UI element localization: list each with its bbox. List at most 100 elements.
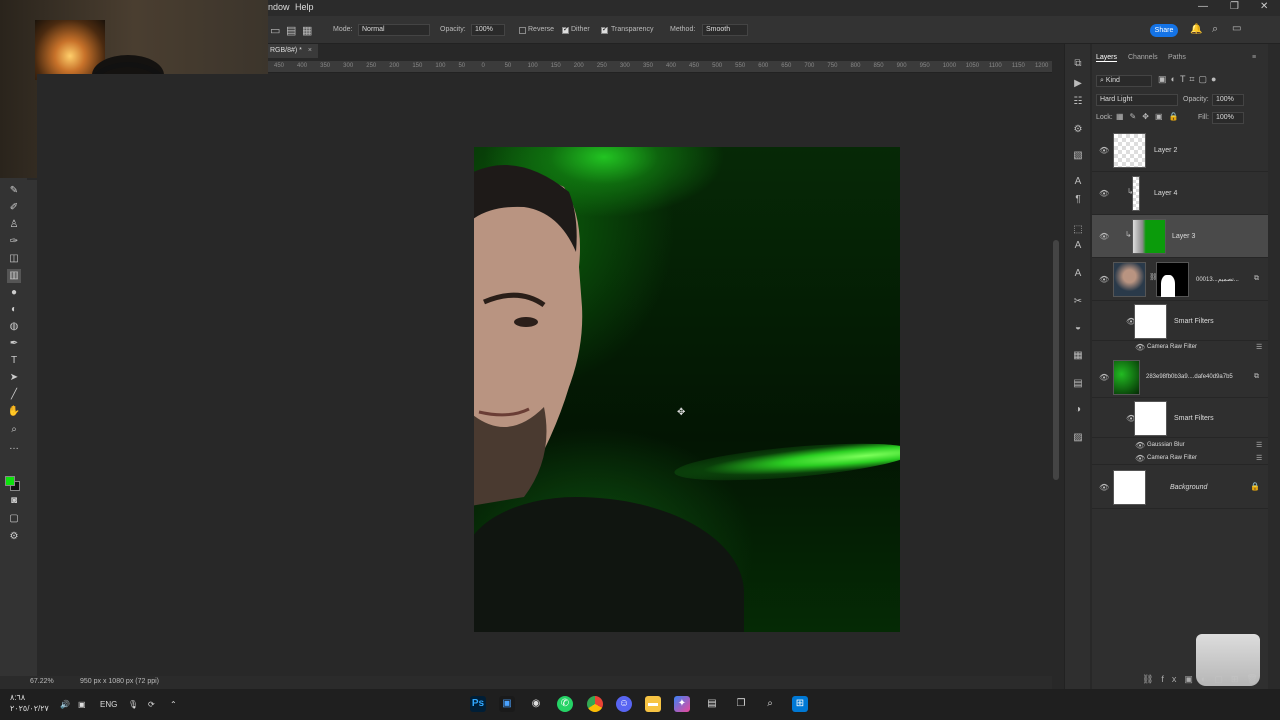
paragraph-icon[interactable]: ¶ [1071, 194, 1085, 208]
close-tab-icon[interactable]: × [308, 47, 312, 54]
share-button[interactable]: Share [1150, 24, 1178, 37]
copilot-taskbar-icon[interactable]: ✦ [674, 696, 690, 712]
history-icon[interactable]: ⧉ [1071, 58, 1085, 72]
more-tools-icon[interactable]: … [7, 440, 21, 454]
gradient-linear-icon[interactable]: ▭ [270, 24, 280, 37]
minimize-button[interactable]: — [1198, 1, 1208, 12]
brush-icon[interactable]: ✐ [7, 201, 21, 215]
foreground-color-swatch[interactable] [5, 476, 15, 486]
layer-name[interactable]: 283e98fb0b3a9....dafe40d9a7b5 [1146, 374, 1233, 380]
visibility-eye-icon[interactable]: 👁 [1099, 146, 1109, 155]
filter-name[interactable]: Camera Raw Filter [1147, 455, 1197, 461]
image-icon[interactable]: ▨ [1071, 432, 1085, 446]
mode-select[interactable]: Normal [358, 24, 430, 36]
quick-mask-icon[interactable]: ◙ [7, 494, 21, 508]
menu-help[interactable]: Help [295, 2, 314, 12]
workspace-icon[interactable]: ▭ [1232, 23, 1241, 34]
glyphs-icon[interactable]: ⬚ [1071, 224, 1085, 238]
actions-play-icon[interactable]: ▶ [1071, 78, 1085, 92]
gradient-angle-icon[interactable]: ▦ [302, 24, 312, 37]
tab-layers[interactable]: Layers [1096, 54, 1118, 62]
layer-row-selected[interactable]: 👁 ↳ Layer 3 [1092, 215, 1268, 258]
close-button[interactable]: ✕ [1260, 1, 1268, 12]
start-button-icon[interactable]: ⊞ [792, 696, 808, 712]
libraries-icon[interactable]: ◒ [1071, 322, 1085, 336]
document-canvas[interactable] [474, 147, 900, 632]
obs-taskbar-icon[interactable]: ◉ [528, 696, 544, 712]
layer-mask-thumbnail[interactable] [1156, 262, 1189, 297]
transparency-checkbox[interactable] [601, 25, 608, 34]
reverse-checkbox[interactable] [519, 27, 526, 34]
visibility-eye-icon[interactable]: 👁 [1099, 275, 1109, 284]
dodge-icon[interactable]: ◐ [7, 303, 21, 317]
layer-name[interactable]: Layer 3 [1172, 233, 1195, 240]
file-explorer-taskbar-icon[interactable]: ▬ [645, 696, 661, 712]
method-select[interactable]: Smooth [702, 24, 748, 36]
sponge-icon[interactable]: ◍ [7, 320, 21, 334]
filter-row[interactable]: 👁 Camera Raw Filter ☰ [1092, 341, 1268, 355]
visibility-eye-icon[interactable]: 👁 [1099, 373, 1109, 382]
notification-icon[interactable]: 🔔 [1190, 24, 1202, 35]
edit-toolbar-icon[interactable]: ⚙ [7, 530, 21, 544]
show-hidden-icon[interactable]: ⌃ [170, 700, 177, 709]
grid-icon[interactable]: ▦ [1071, 350, 1085, 364]
search-icon[interactable]: ⌕ [1212, 23, 1218, 36]
styles-icon[interactable]: A [1071, 240, 1085, 254]
sync-icon[interactable]: ⟳ [148, 700, 155, 709]
color-icon[interactable]: ◑ [1071, 404, 1085, 418]
filter-name[interactable]: Gaussian Blur [1147, 442, 1185, 448]
kind-filter-select[interactable]: ⌕ Kind [1096, 75, 1152, 87]
zoom-icon[interactable]: ⌕ [7, 423, 21, 437]
visibility-eye-icon[interactable]: 👁 [1135, 343, 1145, 352]
visibility-eye-icon[interactable]: 👁 [1135, 454, 1145, 463]
gradient-icon[interactable]: ▥ [7, 269, 21, 283]
visibility-eye-icon[interactable]: 👁 [1099, 483, 1109, 492]
layer-name[interactable]: Layer 2 [1154, 147, 1177, 154]
lock-icon[interactable]: 🔒 [1250, 482, 1260, 491]
comments-icon[interactable]: ☷ [1071, 96, 1085, 110]
layer-opacity-input[interactable]: 100% [1212, 94, 1244, 106]
visibility-eye-icon[interactable]: 👁 [1099, 232, 1109, 241]
layer-name[interactable]: Smart Filters [1174, 318, 1214, 325]
layer-name[interactable]: Smart Filters [1174, 415, 1214, 422]
visibility-eye-icon[interactable]: 👁 [1099, 189, 1109, 198]
clock-date[interactable]: ٢٠٢٥/٠٢/٢٧ [10, 704, 49, 713]
dither-checkbox[interactable] [562, 25, 569, 34]
discord-taskbar-icon[interactable]: ☺ [616, 696, 632, 712]
path-select-icon[interactable]: ➤ [7, 371, 21, 385]
network-icon[interactable]: ▣ [78, 700, 86, 709]
gradient-radial-icon[interactable]: ▤ [286, 24, 296, 37]
layer-row[interactable]: 👁 Background 🔒 [1092, 466, 1268, 509]
type-icon[interactable]: T [7, 354, 21, 368]
filter-name[interactable]: Camera Raw Filter [1147, 344, 1197, 350]
layer-name[interactable]: 00013...تصميم... [1196, 276, 1239, 283]
blend-mode-select[interactable]: Hard Light [1096, 94, 1178, 106]
speaker-icon[interactable]: 🔊 [60, 700, 70, 709]
layer-name[interactable]: Layer 4 [1154, 190, 1177, 197]
photoshop-taskbar-icon[interactable]: Ps [470, 696, 486, 712]
filter-options-icon[interactable]: ☰ [1256, 441, 1262, 449]
hand-icon[interactable]: ✋ [7, 405, 21, 419]
vertical-scrollbar[interactable] [1053, 240, 1059, 480]
layer-row[interactable]: 👁 ⛓ 00013...تصميم... ⧉ [1092, 258, 1268, 301]
store-taskbar-icon[interactable]: ▤ [704, 696, 720, 712]
tab-channels[interactable]: Channels [1128, 54, 1158, 61]
smart-filters-row[interactable]: 👁 Smart Filters [1092, 398, 1268, 438]
restore-button[interactable]: ❐ [1230, 1, 1239, 12]
layer-filter-icons[interactable]: ▣◐T⌗▢● [1158, 74, 1220, 85]
lock-icons[interactable]: ▦✎✥▣🔒 [1116, 112, 1184, 121]
filter-options-icon[interactable]: ☰ [1256, 454, 1262, 462]
fill-input[interactable]: 100% [1212, 112, 1244, 124]
opacity-input[interactable]: 100% [471, 24, 505, 36]
spot-heal-icon[interactable]: ✎ [7, 184, 21, 198]
clock-time[interactable]: ٨:٦٨ [10, 693, 25, 702]
zoom-level[interactable]: 67.22% [30, 678, 54, 685]
filter-row[interactable]: 👁 Camera Raw Filter ☰ [1092, 452, 1268, 465]
layer-row[interactable]: 👁 ↳ Layer 4 [1092, 172, 1268, 215]
line-icon[interactable]: ╱ [7, 388, 21, 402]
document-tab[interactable]: RGB/8#) * × [268, 44, 318, 58]
language-indicator[interactable]: ENG [100, 700, 117, 709]
layer-row[interactable]: 👁 283e98fb0b3a9....dafe40d9a7b5 ⧉ [1092, 356, 1268, 398]
filter-row[interactable]: 👁 Gaussian Blur ☰ [1092, 439, 1268, 452]
visibility-eye-icon[interactable]: 👁 [1135, 441, 1145, 450]
